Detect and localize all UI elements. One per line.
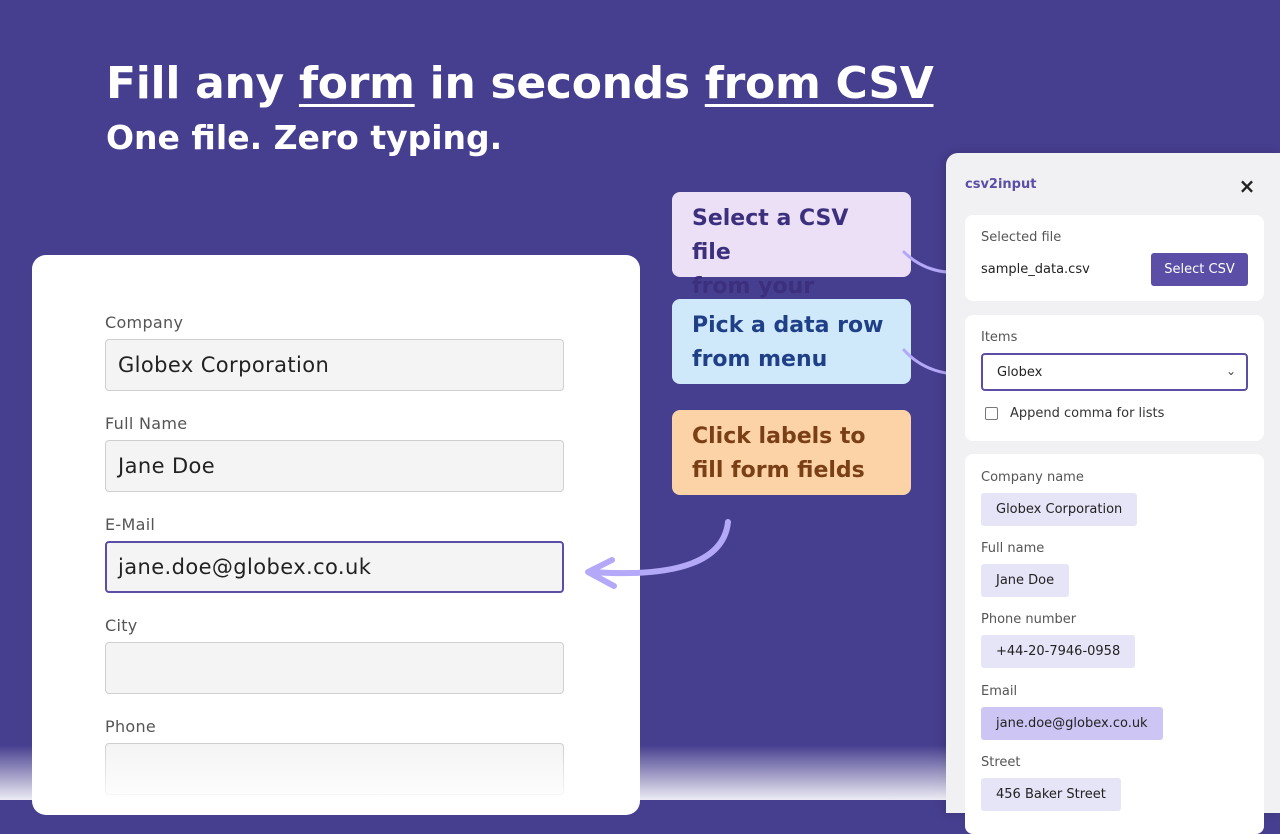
headline-form-word: form: [298, 58, 415, 109]
select-csv-button[interactable]: Select CSV: [1151, 253, 1248, 286]
callout-select-line-1: Select a CSV file: [692, 206, 849, 265]
demo-form-card: Company Globex Corporation Full Name Jan…: [32, 255, 640, 815]
company-label: Company: [105, 313, 184, 332]
phone-number-label: Phone number: [981, 612, 1077, 627]
items-dropdown[interactable]: Globex ⌄: [981, 353, 1248, 391]
close-icon[interactable]: ×: [1234, 173, 1260, 199]
callout-click-line-1: Click labels to: [692, 424, 866, 449]
company-name-chip[interactable]: Globex Corporation: [981, 493, 1138, 526]
city-input[interactable]: [105, 642, 564, 694]
headline: Fill any form in seconds from CSV: [106, 56, 934, 112]
items-dropdown-value: Globex: [997, 364, 1043, 380]
subheadline: One file. Zero typing.: [106, 118, 503, 157]
full-name-label: Full Name: [105, 414, 188, 433]
email-chip[interactable]: jane.doe@globex.co.uk: [981, 707, 1163, 740]
callout-pick-line-2: from menu: [692, 347, 828, 372]
street-label: Street: [981, 755, 1021, 770]
selected-file-name: sample_data.csv: [981, 262, 1090, 277]
headline-part-2: in seconds: [414, 58, 705, 109]
email-data-label: Email: [981, 684, 1018, 699]
items-label: Items: [981, 330, 1018, 345]
email-label: E-Mail: [105, 515, 156, 534]
chevron-down-icon: ⌄: [1225, 364, 1236, 378]
phone-label: Phone: [105, 717, 157, 736]
company-input[interactable]: Globex Corporation: [105, 339, 564, 391]
city-label: City: [105, 616, 138, 635]
company-name-label: Company name: [981, 470, 1084, 485]
email-input[interactable]: jane.doe@globex.co.uk: [105, 541, 564, 593]
headline-part-1: Fill any: [106, 58, 299, 109]
callout-pick-line-1: Pick a data row: [692, 313, 884, 338]
append-comma-checkbox[interactable]: [985, 407, 998, 420]
full-name-data-label: Full name: [981, 541, 1045, 556]
selected-file-label: Selected file: [981, 230, 1062, 245]
file-section: Selected file sample_data.csv Select CSV: [965, 215, 1264, 301]
phone-input[interactable]: [105, 743, 564, 795]
callout-click-line-2: fill form fields: [692, 458, 865, 483]
callout-select-csv: Select a CSV file from your device: [672, 192, 911, 333]
full-name-chip[interactable]: Jane Doe: [981, 564, 1070, 597]
panel-title: csv2input: [965, 177, 1037, 192]
callout-pick-row: Pick a data row from menu: [672, 299, 911, 384]
extension-panel: csv2input × Selected file sample_data.cs…: [946, 153, 1280, 834]
items-section: Items Globex ⌄ Append comma for lists: [965, 315, 1264, 441]
street-chip[interactable]: 456 Baker Street: [981, 778, 1121, 811]
callout-click-labels: Click labels to fill form fields: [672, 410, 911, 495]
headline-from-csv: from CSV: [704, 58, 934, 109]
data-section: Company name Globex Corporation Full nam…: [965, 454, 1264, 834]
full-name-input[interactable]: Jane Doe: [105, 440, 564, 492]
phone-number-chip[interactable]: +44-20-7946-0958: [981, 635, 1136, 668]
append-comma-label[interactable]: Append comma for lists: [1010, 406, 1164, 421]
